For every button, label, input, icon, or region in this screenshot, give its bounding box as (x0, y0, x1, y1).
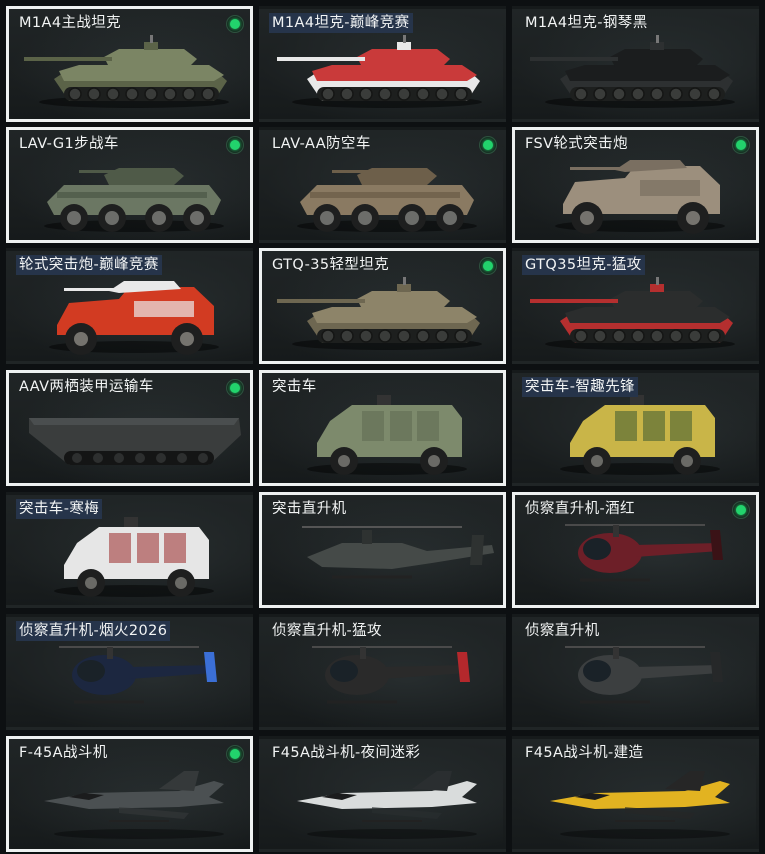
vehicle-name: 突击车 (272, 379, 317, 395)
vehicle-card[interactable]: AAV两栖装甲运输车 (6, 370, 253, 486)
vehicle-card[interactable]: GTQ-35轻型坦克 (259, 248, 506, 364)
vehicle-name: F45A战斗机-建造 (525, 745, 644, 761)
vehicle-skin-grid: M1A4主战坦克 M1A4坦克-巅峰竞赛 M1A4坦克-钢琴黑 LAV-G1步战车 LA… (0, 0, 765, 854)
vehicle-card[interactable]: 侦察直升机-猛攻 (259, 614, 506, 730)
unlocked-status-icon (732, 501, 750, 519)
vehicle-card[interactable]: 突击车-寒梅 (6, 492, 253, 608)
vehicle-name: 侦察直升机-酒红 (525, 501, 635, 517)
vehicle-name: F-45A战斗机 (19, 745, 108, 761)
vehicle-name: M1A4主战坦克 (19, 15, 122, 31)
vehicle-name: LAV-AA防空车 (272, 136, 371, 152)
vehicle-card[interactable]: FSV轮式突击炮 (512, 127, 759, 243)
vehicle-name: 突击车-寒梅 (16, 499, 103, 519)
unlocked-status-icon (226, 379, 244, 397)
vehicle-card[interactable]: F-45A战斗机 (6, 736, 253, 852)
vehicle-card[interactable]: 突击车 (259, 370, 506, 486)
unlocked-status-icon (479, 136, 497, 154)
vehicle-card[interactable]: M1A4主战坦克 (6, 6, 253, 122)
vehicle-name: 突击车-智趣先锋 (522, 377, 638, 397)
vehicle-name: GTQ35坦克-猛攻 (522, 255, 645, 275)
vehicle-card[interactable]: 侦察直升机 (512, 614, 759, 730)
unlocked-status-icon (226, 136, 244, 154)
vehicle-card[interactable]: F45A战斗机-夜间迷彩 (259, 736, 506, 852)
vehicle-card[interactable]: 侦察直升机-烟火2026 (6, 614, 253, 730)
vehicle-name: LAV-G1步战车 (19, 136, 119, 152)
vehicle-card[interactable]: 突击车-智趣先锋 (512, 370, 759, 486)
vehicle-card[interactable]: 侦察直升机-酒红 (512, 492, 759, 608)
vehicle-name: FSV轮式突击炮 (525, 136, 628, 152)
vehicle-name: 侦察直升机 (525, 623, 600, 639)
vehicle-card[interactable]: 轮式突击炮-巅峰竞赛 (6, 248, 253, 364)
unlocked-status-icon (226, 15, 244, 33)
vehicle-name: M1A4坦克-巅峰竞赛 (269, 13, 413, 33)
vehicle-card[interactable]: M1A4坦克-巅峰竞赛 (259, 6, 506, 122)
vehicle-card[interactable]: LAV-AA防空车 (259, 127, 506, 243)
unlocked-status-icon (732, 136, 750, 154)
unlocked-status-icon (479, 257, 497, 275)
vehicle-card[interactable]: 突击直升机 (259, 492, 506, 608)
vehicle-name: 突击直升机 (272, 501, 347, 517)
vehicle-name: 侦察直升机-烟火2026 (16, 621, 171, 641)
vehicle-name: M1A4坦克-钢琴黑 (525, 15, 648, 31)
vehicle-name: F45A战斗机-夜间迷彩 (272, 745, 421, 761)
vehicle-card[interactable]: F45A战斗机-建造 (512, 736, 759, 852)
vehicle-name: 轮式突击炮-巅峰竞赛 (16, 255, 162, 275)
vehicle-card[interactable]: GTQ35坦克-猛攻 (512, 248, 759, 364)
vehicle-name: AAV两栖装甲运输车 (19, 379, 154, 395)
vehicle-name: 侦察直升机-猛攻 (272, 623, 382, 639)
vehicle-card[interactable]: LAV-G1步战车 (6, 127, 253, 243)
unlocked-status-icon (226, 745, 244, 763)
vehicle-card[interactable]: M1A4坦克-钢琴黑 (512, 6, 759, 122)
vehicle-name: GTQ-35轻型坦克 (272, 257, 390, 273)
